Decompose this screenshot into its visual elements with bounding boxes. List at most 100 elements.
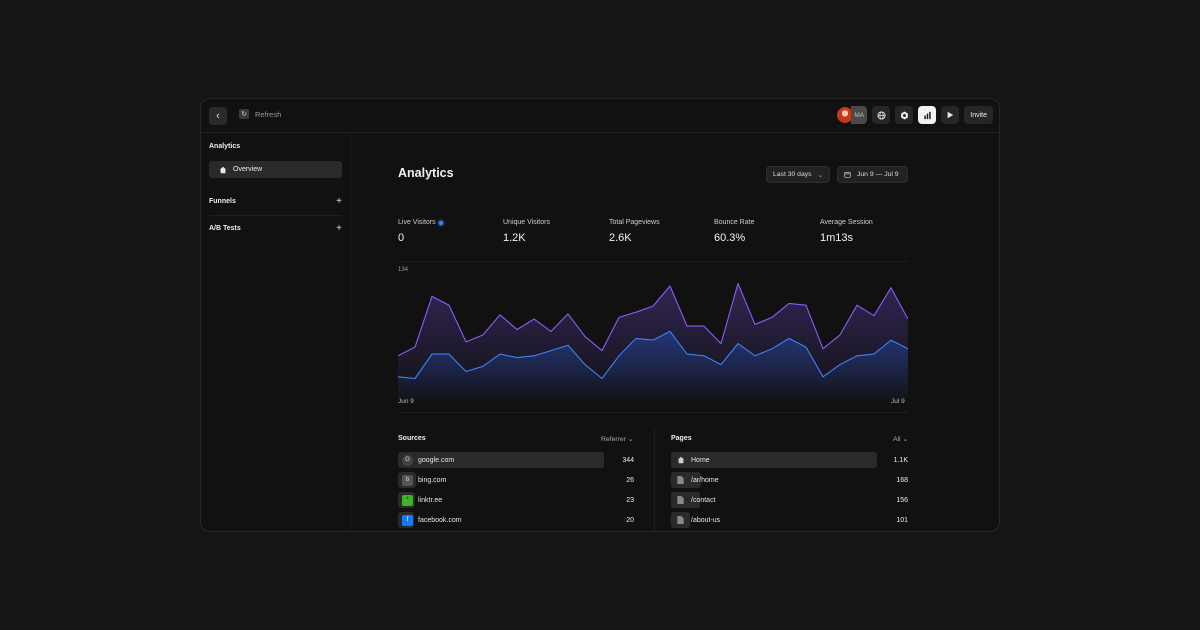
row-value: 26 <box>626 476 634 484</box>
page-icon <box>675 515 686 526</box>
google-icon: G <box>402 454 413 466</box>
referrer-filter[interactable]: Referrer ⌄ <box>601 435 634 443</box>
stat-label: Total Pageviews <box>609 219 660 226</box>
chevron-down-icon: ⌄ <box>902 436 909 443</box>
sidebar-section-funnels[interactable]: Funnels + <box>209 194 342 208</box>
stat-label: Average Session <box>820 219 873 226</box>
row-label: google.com <box>418 456 455 464</box>
sidebar-item-overview[interactable]: Overview <box>209 161 342 178</box>
refresh-icon: ↻ <box>239 109 249 119</box>
refresh-button[interactable]: ↻ Refresh <box>239 109 281 119</box>
page-icon <box>675 475 686 486</box>
divider <box>209 215 342 216</box>
stat-label: Bounce Rate <box>714 219 755 226</box>
row-value: 1.1K <box>893 456 908 464</box>
stat-live-visitors: Live Visitors 0 <box>398 219 443 244</box>
chevron-down-icon: ⌄ <box>817 171 824 179</box>
stat-label: Live Visitors <box>398 219 436 226</box>
back-button[interactable]: ‹ <box>209 107 227 125</box>
plus-icon[interactable]: + <box>336 223 342 234</box>
chevron-down-icon: ⌄ <box>627 436 634 443</box>
page-row-contact[interactable]: /contact 156 <box>671 492 908 508</box>
avatar-group[interactable]: MA <box>836 106 868 124</box>
sidebar-item-label: Overview <box>233 166 263 173</box>
play-icon <box>947 111 954 119</box>
sidebar-section-ab-tests[interactable]: A/B Tests + <box>209 221 342 235</box>
stat-value: 2.6K <box>609 232 632 244</box>
home-icon <box>219 166 227 173</box>
page-row-ar-home[interactable]: /ar/home 168 <box>671 472 908 488</box>
app-window: ‹ ↻ Refresh MA Invite Analytics Overview… <box>200 98 1000 532</box>
page-title: Analytics <box>398 166 454 180</box>
filter-label: All <box>893 436 901 443</box>
page-row-home[interactable]: Home 1.1K <box>671 452 908 468</box>
row-value: 101 <box>896 516 908 524</box>
globe-button[interactable] <box>872 106 891 124</box>
analytics-button[interactable] <box>918 106 937 124</box>
chart-x-end-label: Jul 9 <box>891 398 905 405</box>
stat-value: 1.2K <box>503 232 526 244</box>
source-row-facebook[interactable]: f facebook.com 20 <box>398 512 634 528</box>
stat-unique-visitors: Unique Visitors 1.2K <box>503 219 550 244</box>
row-label: Home <box>691 456 710 464</box>
page-row-about-us[interactable]: /about-us 101 <box>671 512 908 528</box>
stat-value: 1m13s <box>820 232 854 244</box>
pages-filter[interactable]: All ⌄ <box>893 435 908 443</box>
invite-button[interactable]: Invite <box>964 106 993 124</box>
play-button[interactable] <box>941 106 960 124</box>
top-actions: MA Invite <box>836 106 993 124</box>
bing-icon: b <box>402 474 413 486</box>
date-range-label: Last 30 days <box>773 171 812 178</box>
top-bar: ‹ ↻ Refresh MA Invite <box>201 99 999 133</box>
pages-title: Pages <box>671 435 692 442</box>
filter-label: Referrer <box>601 436 626 443</box>
home-icon <box>675 455 686 466</box>
divider <box>654 429 655 531</box>
stat-label: Unique Visitors <box>503 219 550 226</box>
row-label: /about-us <box>691 516 721 524</box>
avatar-initials: MA <box>851 106 868 124</box>
bar-chart-icon <box>924 111 931 119</box>
stat-value: 0 <box>398 232 405 244</box>
row-label: facebook.com <box>418 516 462 524</box>
date-range-select[interactable]: Last 30 days ⌄ <box>766 166 831 183</box>
linktree-icon: * <box>402 494 413 506</box>
stat-value: 60.3% <box>714 232 746 244</box>
row-label: linktr.ee <box>418 496 443 504</box>
chart-x-start-label: Jun 9 <box>398 398 414 405</box>
plus-icon[interactable]: + <box>336 196 342 207</box>
stat-bounce-rate: Bounce Rate 60.3% <box>714 219 754 244</box>
date-picker-label: Jun 9 — Jul 9 <box>857 171 899 178</box>
facebook-icon: f <box>402 514 413 526</box>
calendar-icon <box>844 172 851 178</box>
stat-average-session: Average Session 1m13s <box>820 219 873 244</box>
live-indicator-icon <box>438 220 443 225</box>
main-content: Analytics Last 30 days ⌄ Jun 9 — Jul 9 L… <box>352 133 999 531</box>
divider <box>398 412 908 413</box>
row-value: 168 <box>896 476 908 484</box>
refresh-label: Refresh <box>255 109 282 119</box>
stat-total-pageviews: Total Pageviews 2.6K <box>609 219 660 244</box>
source-row-linktree[interactable]: * linktr.ee 23 <box>398 492 634 508</box>
row-value: 23 <box>626 496 634 504</box>
sidebar-section-label: A/B Tests <box>209 224 241 232</box>
sidebar: Analytics Overview Funnels + A/B Tests + <box>201 133 351 531</box>
row-label: /contact <box>691 496 716 504</box>
chevron-left-icon: ‹ <box>216 110 220 122</box>
row-value: 156 <box>896 496 908 504</box>
sources-title: Sources <box>398 435 426 442</box>
row-label: /ar/home <box>691 476 719 484</box>
source-row-bing[interactable]: b bing.com 26 <box>398 472 634 488</box>
gear-icon <box>900 111 908 119</box>
date-picker-button[interactable]: Jun 9 — Jul 9 <box>837 166 908 183</box>
row-value: 20 <box>626 516 634 524</box>
settings-button[interactable] <box>895 106 914 124</box>
row-value: 344 <box>622 456 634 464</box>
row-label: bing.com <box>418 476 447 484</box>
divider <box>398 261 908 262</box>
globe-icon <box>877 110 886 120</box>
sidebar-title: Analytics <box>209 143 241 150</box>
source-row-google[interactable]: G google.com 344 <box>398 452 634 468</box>
sidebar-section-label: Funnels <box>209 197 236 205</box>
page-icon <box>675 495 686 506</box>
